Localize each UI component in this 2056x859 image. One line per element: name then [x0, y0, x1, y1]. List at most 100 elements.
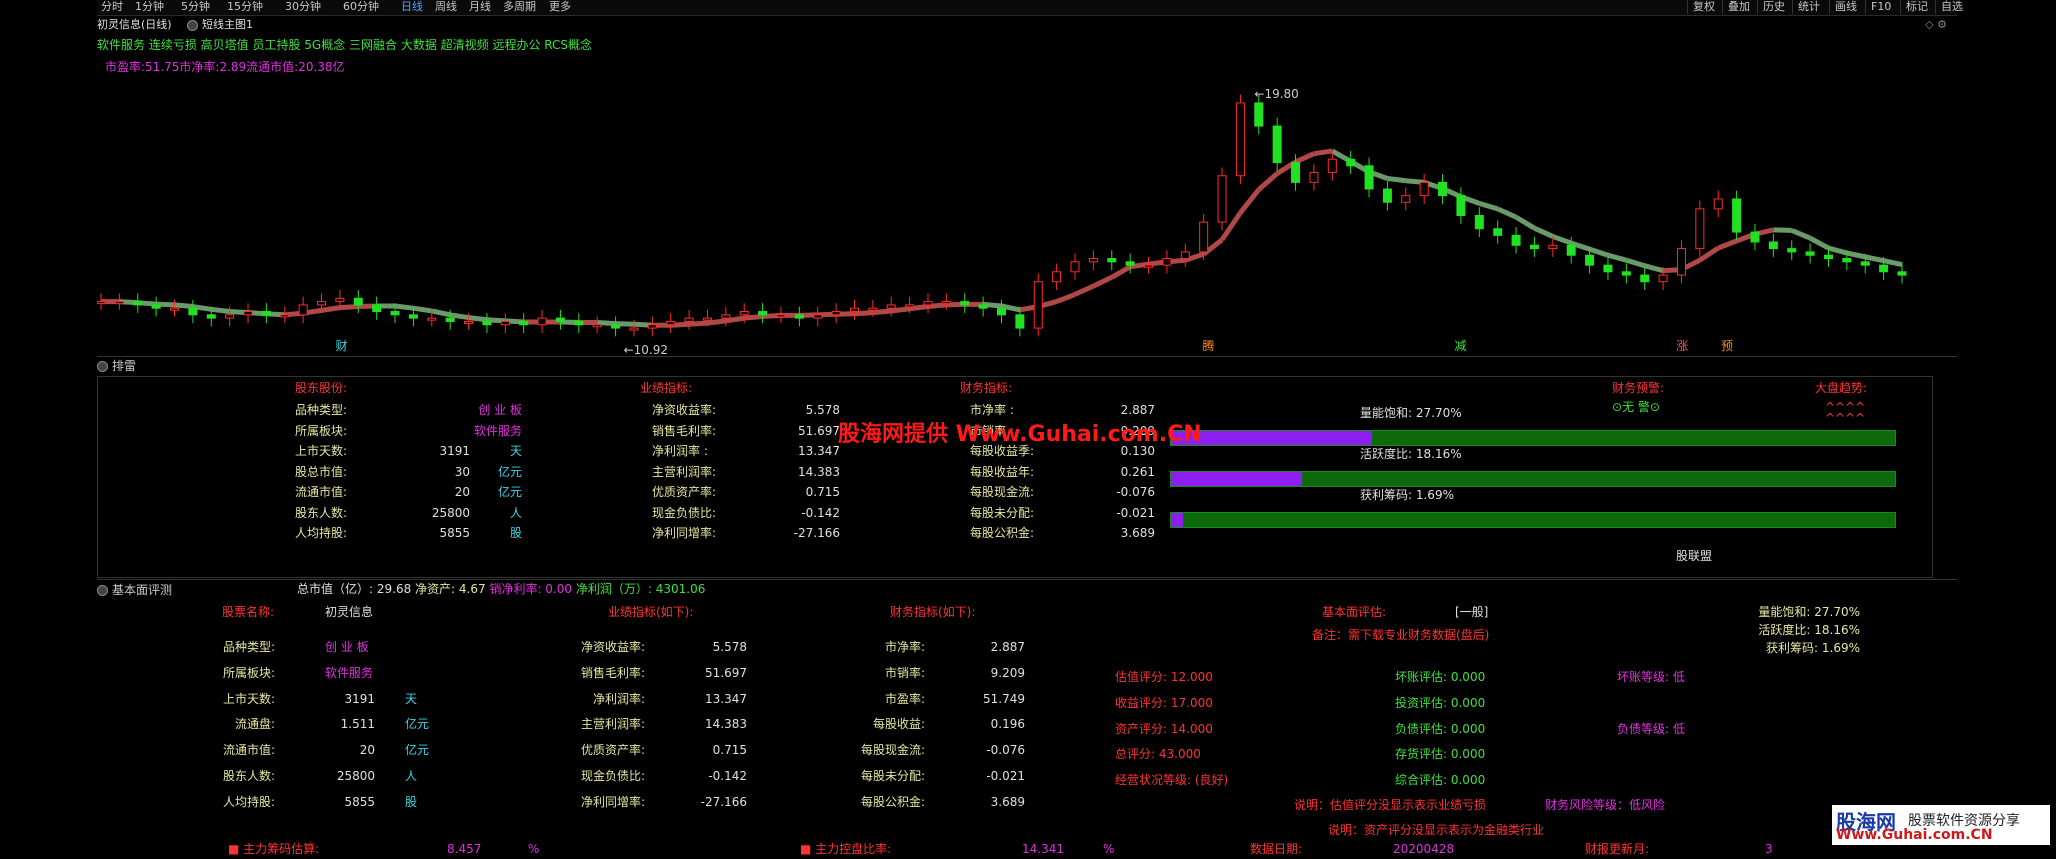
period-tab[interactable]: 15分钟 [227, 0, 263, 14]
candle-body [611, 324, 621, 329]
p2-col2-value: 51.697 [705, 665, 747, 680]
toolbar-button[interactable]: 叠加 [1722, 0, 1755, 14]
p1-col1-value: 3191 [439, 444, 470, 458]
candle-body [206, 314, 216, 319]
p1-col1-unit: 亿元 [497, 464, 522, 479]
period-tab[interactable]: 分时 [101, 0, 123, 14]
event-marker[interactable]: 财 [335, 339, 347, 353]
period-tab[interactable]: 5分钟 [181, 0, 210, 14]
candle-body [427, 317, 437, 321]
ma-segment [1827, 245, 1848, 256]
p2-col1-unit: 亿元 [405, 743, 430, 758]
p1-progress-bar [1170, 471, 1896, 487]
toolbar-button[interactable]: 统计 [1792, 0, 1825, 14]
candle-body [1658, 274, 1668, 283]
p1-col2-value: 5.578 [805, 403, 840, 417]
p2-eval: 负债评估: 0.000 [1395, 721, 1486, 736]
p1-col2-value: -0.142 [801, 505, 840, 520]
p1-col1-unit: 股 [509, 526, 522, 540]
p2-col3-label: 每股现金流: [860, 743, 925, 758]
candle-body [372, 304, 382, 313]
p1-col3-value: 2.887 [1120, 403, 1155, 417]
toolbar-button[interactable]: 历史 [1757, 0, 1790, 14]
toolbar-button[interactable]: 自选 [1935, 0, 1968, 14]
period-tab[interactable]: 30分钟 [285, 0, 321, 14]
toolbar-button[interactable]: 标记 [1900, 0, 1933, 14]
ma-segment [449, 312, 469, 321]
p1-bar-label: 活跃度比: 18.16% [1360, 447, 1462, 461]
ma-segment [1478, 200, 1499, 212]
p1-col3-label: 每股收益年: [970, 464, 1035, 479]
p1-col1-label: 股东人数: [295, 505, 348, 520]
p2-col3-value: 0.196 [990, 717, 1025, 732]
p2-col1-unit: 亿元 [405, 717, 430, 732]
p1-gudong-header: 股东股份: [295, 381, 348, 395]
p1-col2-value: 13.347 [798, 444, 840, 458]
collapse-icon[interactable] [97, 585, 108, 596]
candle-body [1070, 261, 1080, 273]
candle-body [758, 311, 768, 316]
p1-col3-value: 3.689 [1120, 526, 1155, 540]
p2-right-stat: 获利筹码: 1.69% [1766, 641, 1860, 655]
period-tab[interactable]: 60分钟 [343, 0, 379, 14]
panel-jibenmian-title[interactable]: 基本面评测 [97, 581, 172, 598]
collapse-icon[interactable] [97, 361, 108, 372]
p2-col3-label: 市净率: [884, 640, 925, 654]
p1-col2-label: 主营利润率: [652, 464, 717, 479]
ma-segment [854, 310, 874, 317]
candle-body [721, 314, 731, 319]
p2-eval: 投资评估: 0.000 [1395, 695, 1486, 710]
toolbar-button[interactable]: 复权 [1687, 0, 1720, 14]
candle-body [1732, 198, 1742, 233]
event-marker[interactable]: 腾 [1202, 338, 1214, 353]
event-marker[interactable]: 减 [1455, 339, 1467, 353]
event-marker[interactable]: 涨 [1676, 338, 1688, 353]
p1-col1-value: 25800 [431, 505, 470, 520]
period-tab[interactable]: 周线 [435, 0, 457, 14]
ma-segment [174, 302, 194, 310]
period-tab[interactable]: 1分钟 [135, 0, 164, 14]
candle-body [261, 311, 271, 316]
p2-score: 资产评分: 14.000 [1115, 721, 1213, 736]
p2-col1-value: 5855 [344, 794, 375, 809]
candle-body [1199, 221, 1209, 253]
candle-body [445, 317, 455, 322]
candle-body [1291, 162, 1301, 183]
p2-col3-value: 51.749 [983, 691, 1025, 706]
period-tab[interactable]: 月线 [469, 0, 491, 14]
guhai-logo: 股海网 股票软件资源分享 Www.Guhai.com.CN [1832, 805, 2050, 845]
candle-body [555, 317, 565, 322]
p2-col1-label: 流通市值: [222, 743, 275, 758]
period-tab[interactable]: 更多 [549, 0, 571, 14]
p2-level: 坏账等级: 低 [1617, 670, 1685, 684]
ma-segment [339, 304, 359, 311]
p2-col3-label: 每股收益: [872, 717, 925, 732]
kline-chart-panel[interactable]: 初灵信息(日线) 短线主图1 软件服务 连续亏损 高贝塔值 员工持股 5G概念 … [97, 16, 1957, 358]
candle-body [500, 320, 510, 326]
ma-segment [743, 313, 763, 321]
period-tab[interactable]: 多周期 [503, 0, 536, 14]
candle-body [408, 314, 418, 319]
p1-col2-value: -27.166 [793, 526, 840, 540]
candle-body [1180, 251, 1190, 260]
candle-body [1162, 258, 1172, 266]
divider [97, 356, 1957, 357]
candle-body [647, 324, 657, 329]
toolbar-button[interactable]: 画线 [1829, 0, 1862, 14]
logo-line3: Www.Guhai.com.CN [1836, 827, 1993, 843]
toolbar-button[interactable]: F10 [1865, 0, 1896, 14]
p1-yujing-value: ⊙无 警⊙ [1612, 400, 1660, 414]
p2-col2-value: -0.142 [708, 769, 747, 783]
candle-body [482, 320, 492, 326]
candle-body [1052, 271, 1062, 283]
p2-col1-label: 上市天数: [222, 691, 275, 706]
ma-segment [486, 317, 506, 324]
panel-pailei-title[interactable]: 排雷 [97, 357, 136, 374]
p2-col2-value: 13.347 [705, 691, 747, 706]
period-tab[interactable]: 日线 [401, 0, 423, 14]
p1-dapan-value-2: ^^^^ [1825, 411, 1866, 425]
candle-body [1144, 264, 1154, 268]
p1-col1-label: 人均持股: [295, 526, 348, 540]
event-marker[interactable]: 预 [1721, 339, 1733, 353]
p2-col2-value: 5.578 [712, 640, 747, 654]
